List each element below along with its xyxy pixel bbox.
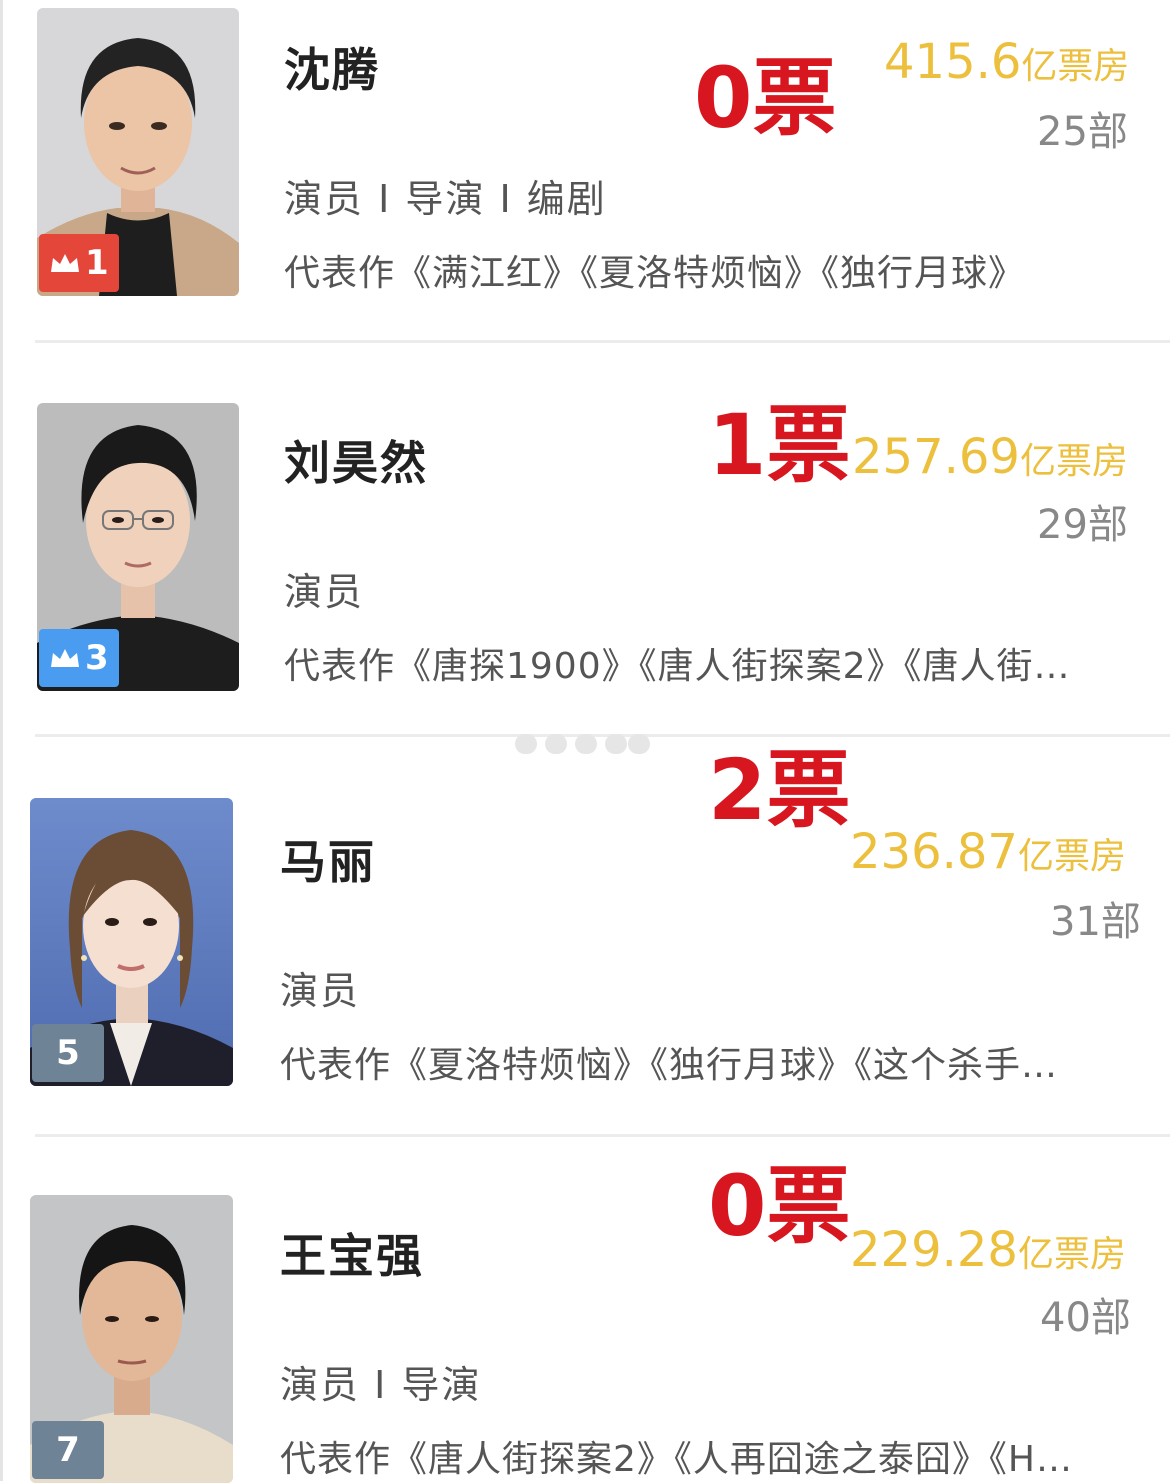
- vote-count: 1票: [708, 396, 851, 494]
- representative-works: 代表作《唐人街探案2》《人再囧途之泰囧》《H…: [280, 1439, 1073, 1480]
- box-office-value: 257.69: [852, 429, 1020, 485]
- actor-photo: 1: [37, 8, 239, 296]
- representative-works: 代表作《满江红》《夏洛特烦恼》《独行月球》: [284, 253, 1026, 294]
- actor-name: 刘昊然: [284, 436, 428, 490]
- box-office-unit: 亿票房: [1017, 836, 1126, 877]
- box-office-unit: 亿票房: [1021, 46, 1130, 87]
- actor-photo: 7: [30, 1195, 233, 1483]
- film-count: 29部: [1037, 502, 1128, 548]
- crown-icon: [51, 254, 79, 272]
- ranking-item[interactable]: 3 刘昊然 1票 257.69亿票房 29部 演员 代表作《唐探1900》《唐人…: [0, 345, 1170, 735]
- box-office: 229.28亿票房: [850, 1226, 1126, 1274]
- rank-badge: 1: [39, 234, 119, 292]
- film-count: 25部: [1037, 109, 1128, 155]
- rank-badge: 7: [32, 1421, 104, 1479]
- box-office-unit: 亿票房: [1019, 441, 1128, 482]
- rank-number: 3: [85, 638, 109, 678]
- actor-name: 王宝强: [280, 1229, 424, 1283]
- actor-photo: 3: [37, 403, 239, 691]
- rank-number: 5: [56, 1033, 80, 1073]
- actor-roles: 演员 I 导演 I 编剧: [284, 177, 607, 221]
- divider: [35, 340, 1170, 343]
- vote-count: 0票: [694, 49, 837, 147]
- ranking-item[interactable]: 5 马丽 2票 236.87亿票房 31部 演员 代表作《夏洛特烦恼》《独行月球…: [0, 740, 1170, 1140]
- ranking-item[interactable]: 1 沈腾 0票 415.6亿票房 25部 演员 I 导演 I 编剧 代表作《满江…: [0, 0, 1170, 345]
- actor-photo: 5: [30, 798, 233, 1086]
- box-office: 415.6亿票房: [884, 38, 1129, 86]
- box-office: 257.69亿票房: [852, 433, 1128, 481]
- box-office-unit: 亿票房: [1017, 1234, 1126, 1275]
- actor-name: 沈腾: [284, 43, 380, 97]
- box-office-value: 229.28: [850, 1222, 1018, 1278]
- vote-count: 2票: [708, 741, 851, 839]
- rank-badge: 3: [39, 629, 119, 687]
- rank-number: 7: [56, 1430, 80, 1470]
- rank-badge: 5: [32, 1024, 104, 1082]
- box-office-value: 415.6: [884, 34, 1022, 90]
- actor-roles: 演员: [284, 570, 365, 614]
- ranking-item[interactable]: 7 王宝强 0票 229.28亿票房 40部 演员 I 导演 代表作《唐人街探案…: [0, 1140, 1170, 1483]
- film-count: 40部: [1040, 1295, 1131, 1341]
- box-office-value: 236.87: [850, 824, 1018, 880]
- representative-works: 代表作《夏洛特烦恼》《独行月球》《这个杀手…: [280, 1045, 1059, 1086]
- rank-number: 1: [85, 243, 109, 283]
- actor-roles: 演员 I 导演: [280, 1363, 482, 1407]
- vote-count: 0票: [708, 1157, 851, 1255]
- box-office: 236.87亿票房: [850, 828, 1126, 876]
- film-count: 31部: [1050, 899, 1141, 945]
- actor-name: 马丽: [280, 835, 376, 889]
- crown-icon: [51, 649, 79, 667]
- divider: [35, 1134, 1170, 1137]
- actor-roles: 演员: [280, 969, 361, 1013]
- representative-works: 代表作《唐探1900》《唐人街探案2》《唐人街…: [284, 646, 1071, 687]
